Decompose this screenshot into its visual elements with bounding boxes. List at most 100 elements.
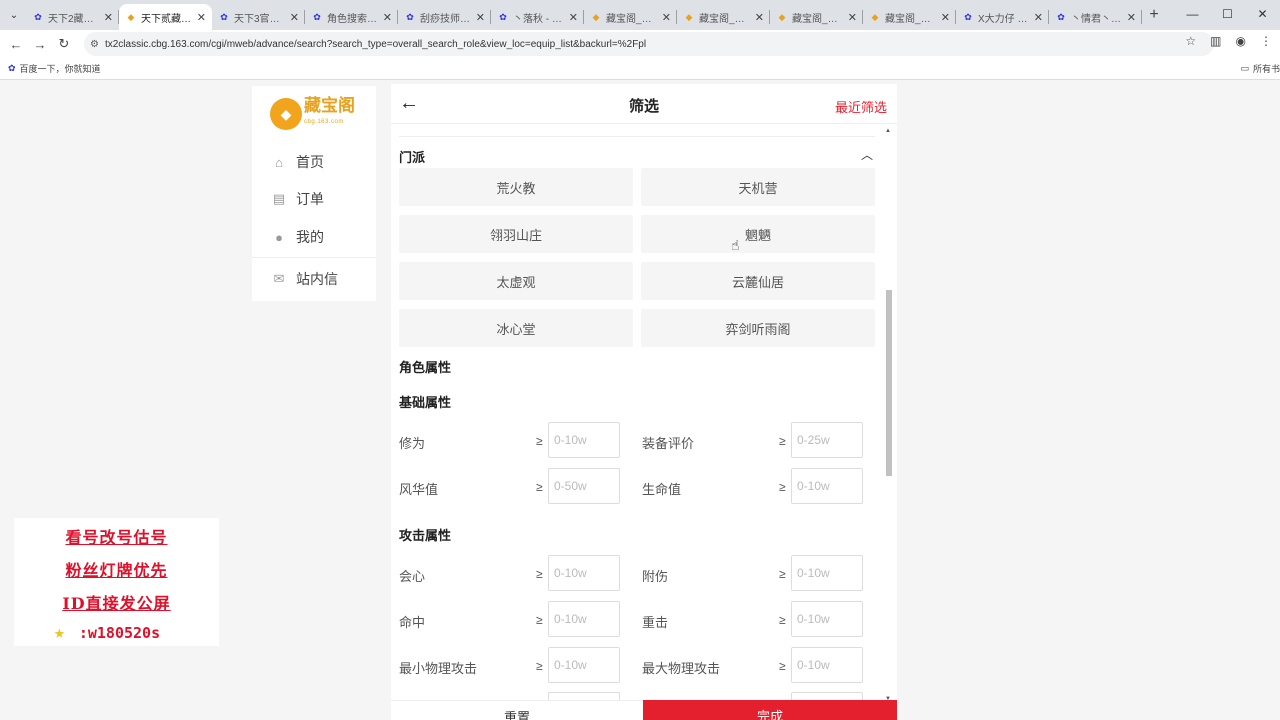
close-tab-icon[interactable]: ✕ — [290, 11, 299, 24]
close-tab-icon[interactable]: ✕ — [662, 11, 671, 24]
nav-item-messages[interactable]: ✉ 站内信 — [272, 269, 338, 289]
all-bookmarks-label: 所有书 — [1252, 64, 1280, 74]
close-tab-icon[interactable]: ✕ — [569, 11, 578, 24]
forward-icon[interactable]: → — [28, 37, 52, 52]
reload-icon[interactable]: ↻ — [52, 36, 76, 52]
tab-search-icon[interactable]: ⌄ — [2, 3, 26, 27]
minimize-icon[interactable]: — — [1175, 0, 1210, 30]
min-value-input[interactable] — [548, 468, 620, 504]
paw-favicon-icon: ✿ — [313, 11, 321, 22]
logo-sub: cbg.163.com — [304, 119, 344, 125]
promo-id: ★ :w180520s — [54, 622, 160, 643]
field-label: 重击 — [642, 615, 669, 630]
nav-divider — [252, 257, 376, 258]
close-tab-icon[interactable]: ✕ — [941, 11, 950, 24]
close-tab-icon[interactable]: ✕ — [848, 11, 857, 24]
tab-title: 天下贰藏宝阁 — [141, 13, 193, 25]
close-tab-icon[interactable]: ✕ — [755, 11, 764, 24]
school-option[interactable]: 弈剑听雨阁 — [641, 309, 875, 347]
profile-icon[interactable]: ◉ — [1236, 34, 1246, 48]
gte-symbol: ≥ — [779, 480, 786, 494]
browser-tab[interactable]: ✿ 刮痧技师 - 天 ✕ — [398, 4, 491, 30]
browser-tab[interactable]: ✿ 丶情君丶 - 天 ✕ — [1049, 4, 1142, 30]
school-option[interactable]: 天机营 — [641, 168, 875, 206]
min-value-input[interactable] — [548, 601, 620, 637]
paw-icon: ✿ — [8, 63, 16, 73]
recent-filters-link[interactable]: 最近筛选 — [835, 97, 887, 116]
confirm-button[interactable]: 完成 — [643, 700, 897, 720]
scroll-up-icon[interactable]: ▲ — [885, 128, 891, 134]
min-value-input[interactable] — [791, 422, 863, 458]
browser-tab[interactable]: ✿ 天下2藏宝阁 ✕ — [26, 4, 119, 30]
maximize-icon[interactable]: ☐ — [1210, 0, 1245, 30]
browser-tab[interactable]: ✿ X大力仔 - 天 ✕ — [956, 4, 1049, 30]
scrollbar-thumb[interactable] — [886, 290, 892, 476]
paw-favicon-icon: ✿ — [964, 11, 972, 22]
nav-item-mine[interactable]: ● 我的 — [272, 227, 324, 247]
chevron-up-icon[interactable]: ︿ — [861, 146, 873, 163]
new-tab-button[interactable]: + — [1142, 6, 1166, 24]
browser-tab[interactable]: ✿ 天下3官方网 ✕ — [212, 4, 305, 30]
school-heading: 门派 — [399, 150, 426, 165]
school-option[interactable]: 云麓仙居 — [641, 262, 875, 300]
tab-title: X大力仔 - 天 — [978, 13, 1030, 25]
close-tab-icon[interactable]: ✕ — [383, 11, 392, 24]
min-value-input[interactable] — [548, 422, 620, 458]
browser-tab[interactable]: ◆ 藏宝阁_《天 ✕ — [584, 4, 677, 30]
close-tab-icon[interactable]: ✕ — [1127, 11, 1136, 24]
gte-symbol: ≥ — [536, 480, 543, 494]
school-option[interactable]: 冰心堂 — [399, 309, 633, 347]
browser-tab[interactable]: ◆ 藏宝阁_《天 ✕ — [770, 4, 863, 30]
browser-tab[interactable]: ◆ 藏宝阁_《天 ✕ — [677, 4, 770, 30]
url-field[interactable]: ⚙ tx2classic.cbg.163.com/cgi/mweb/advanc… — [84, 32, 1214, 56]
nav-item-home[interactable]: ⌂ 首页 — [272, 152, 324, 172]
paw-favicon-icon: ✿ — [406, 11, 414, 22]
nav-item-orders[interactable]: ▤ 订单 — [272, 189, 324, 209]
school-option[interactable]: 太虚观 — [399, 262, 633, 300]
min-value-input[interactable] — [791, 468, 863, 504]
gte-symbol: ≥ — [779, 659, 786, 673]
promo-line: 看号改号估号 — [65, 528, 168, 547]
menu-icon[interactable]: ⋮ — [1260, 34, 1272, 48]
reset-button[interactable]: 重置 — [391, 700, 643, 720]
paw-favicon-icon: ✿ — [1057, 11, 1065, 22]
all-bookmarks[interactable]: ▭ 所有书 — [1240, 62, 1280, 75]
school-option[interactable]: 翎羽山庄 — [399, 215, 633, 253]
close-tab-icon[interactable]: ✕ — [197, 11, 206, 24]
tab-title: 天下3官方网 — [234, 13, 286, 25]
base-attr-heading: 基础属性 — [399, 395, 452, 410]
min-value-input[interactable] — [548, 647, 620, 683]
bookmark-star-icon[interactable]: ☆ — [1185, 34, 1196, 48]
user-icon: ● — [275, 229, 283, 245]
browser-tab[interactable]: ◆ 藏宝阁_《天 ✕ — [863, 4, 956, 30]
scrollbar[interactable]: ▲ ▼ — [885, 128, 893, 702]
order-icon: ▤ — [272, 191, 286, 206]
nav-item-label: 订单 — [296, 191, 324, 207]
min-value-input[interactable] — [791, 555, 863, 591]
bookmarks-bar: ✿ 百度一下，你就知道 ▭ 所有书 — [0, 58, 1280, 80]
close-tab-icon[interactable]: ✕ — [1034, 11, 1043, 24]
logo-text: 藏宝阁 — [304, 96, 355, 115]
bookmark-baidu[interactable]: ✿ 百度一下，你就知道 — [8, 62, 101, 75]
cbg-favicon-icon: ◆ — [871, 11, 879, 22]
browser-tab[interactable]: ✿ 丶落秋 - 天下 ✕ — [491, 4, 584, 30]
site-info-icon[interactable]: ⚙ — [90, 39, 99, 50]
school-option[interactable]: 魍魉 — [641, 215, 875, 253]
sidebar-icon[interactable]: ▥ — [1210, 34, 1221, 48]
promo-line: ID直接发公屏 — [62, 594, 171, 613]
browser-tab[interactable]: ✿ 角色搜索 - 天 ✕ — [305, 4, 398, 30]
close-tab-icon[interactable]: ✕ — [104, 11, 113, 24]
cbg-logo[interactable]: ◆ 藏宝阁 cbg.163.com — [270, 96, 360, 132]
browser-tab[interactable]: ◆ 天下贰藏宝阁 ✕ — [119, 4, 212, 30]
school-option[interactable]: 荒火教 — [399, 168, 633, 206]
min-value-input[interactable] — [791, 601, 863, 637]
field-label: 最大物理攻击 — [642, 661, 721, 676]
tab-title: 丶情君丶 - 天 — [1071, 13, 1123, 25]
close-tab-icon[interactable]: ✕ — [476, 11, 485, 24]
tab-title: 角色搜索 - 天 — [327, 13, 379, 25]
min-value-input[interactable] — [791, 647, 863, 683]
close-window-icon[interactable]: ✕ — [1245, 0, 1280, 30]
min-value-input[interactable] — [548, 555, 620, 591]
back-icon[interactable]: ← — [4, 37, 28, 52]
cbg-favicon-icon: ◆ — [685, 11, 693, 22]
